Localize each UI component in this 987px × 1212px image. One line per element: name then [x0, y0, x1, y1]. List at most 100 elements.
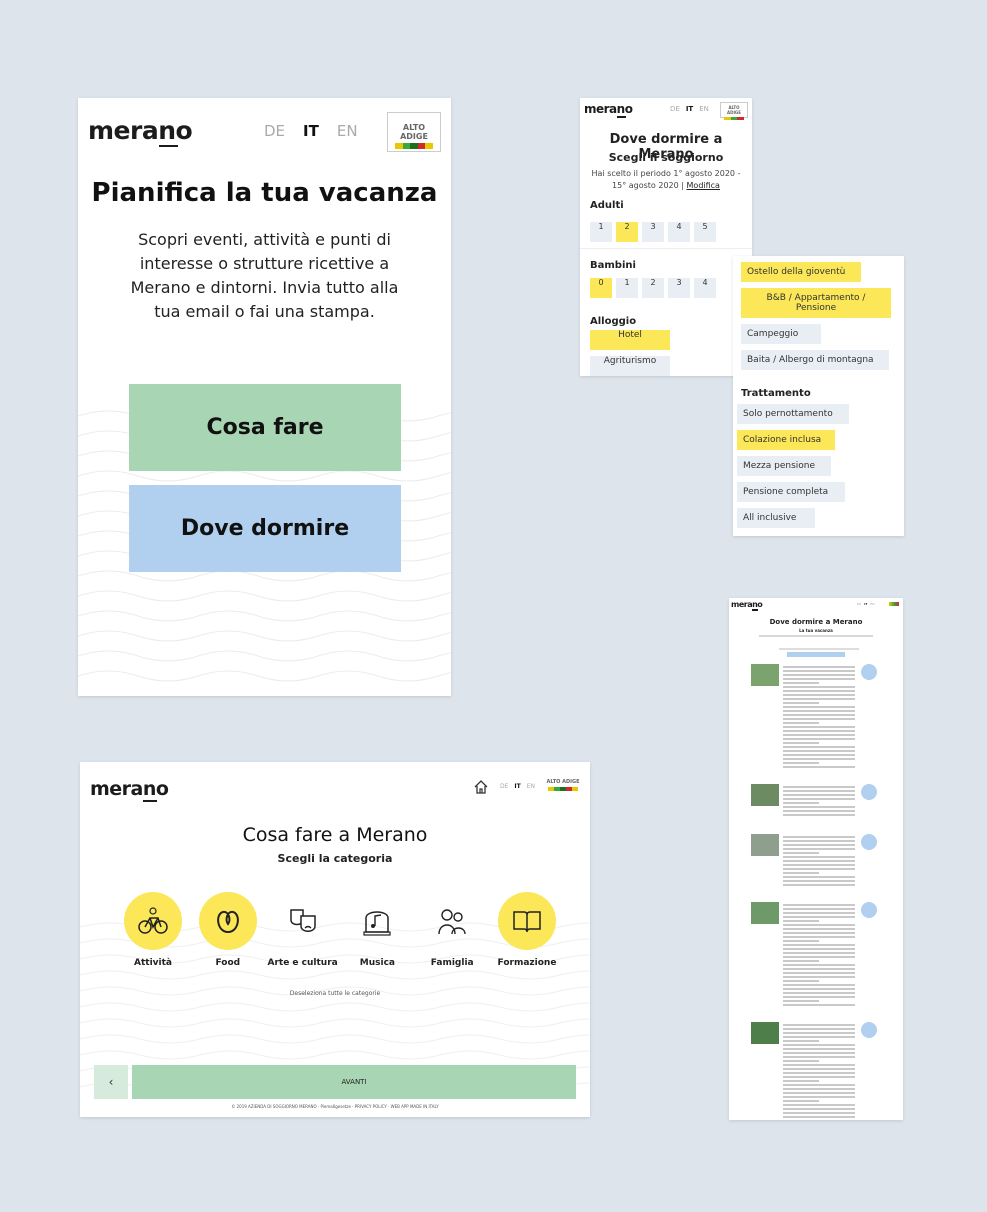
avanti-button[interactable]: AVANTI [132, 1065, 576, 1099]
language-switcher: DE IT EN [500, 783, 535, 790]
bambini-option-2[interactable]: 2 [642, 278, 664, 298]
alloggio-label: Alloggio [590, 316, 637, 327]
cosa-fare-button[interactable]: Cosa fare [129, 384, 401, 471]
result-entry[interactable] [751, 902, 891, 1012]
category-label: Attività [134, 958, 172, 968]
bambini-option-0[interactable]: 0 [590, 278, 612, 298]
lang-it[interactable]: IT [686, 105, 693, 113]
intro-text: Scopri eventi, attività e punti di inter… [130, 230, 399, 321]
category-formazione[interactable]: Formazione [494, 892, 560, 968]
category-arte-e-cultura[interactable]: Arte e cultura [267, 892, 338, 968]
screen-alloggio-trattamento: Ostello della gioventù B&B / Appartamento… [733, 256, 904, 536]
bambini-option-1[interactable]: 1 [616, 278, 638, 298]
lang-de[interactable]: DE [264, 122, 285, 140]
book-icon [497, 892, 556, 950]
alto-adige-label: ALTO ADIGE [727, 105, 741, 115]
result-entry[interactable] [751, 664, 891, 774]
result-entry[interactable] [751, 1022, 891, 1120]
trattamento-label: Trattamento [741, 388, 811, 399]
period-info [759, 635, 873, 637]
hotel-thumbnail [751, 664, 779, 686]
alto-adige-logo[interactable]: ALTO ADIGE [720, 102, 748, 120]
hotel-thumbnail [751, 784, 779, 806]
trattamento-option[interactable]: Colazione inclusa [737, 430, 835, 450]
add-badge-icon[interactable] [861, 664, 877, 680]
category-famiglia[interactable]: Famiglia [419, 892, 485, 968]
adulti-option-2[interactable]: 2 [616, 222, 638, 242]
category-label: Food [215, 958, 241, 968]
lang-it[interactable]: IT [303, 122, 319, 140]
screen-risultati: merano DE IT EN Dove dormire a Merano La… [729, 598, 903, 1120]
alto-adige-label: ALTO ADIGE [400, 123, 428, 141]
adulti-option-1[interactable]: 1 [590, 222, 612, 242]
back-button[interactable]: ‹ [94, 1065, 128, 1099]
results-section [779, 648, 859, 650]
category-attivit[interactable]: Attività [120, 892, 186, 968]
alto-adige-stripes-icon [724, 117, 745, 120]
category-musica[interactable]: Musica [344, 892, 410, 968]
page-subtitle: Scegli la categoria [277, 852, 393, 865]
lang-en[interactable]: EN [527, 783, 535, 790]
page-subtitle: Scegli il soggiorno [608, 151, 724, 164]
hotel-description [783, 664, 855, 770]
trattamento-option[interactable]: Mezza pensione [737, 456, 831, 476]
bambini-option-3[interactable]: 3 [668, 278, 690, 298]
modify-link[interactable]: Modifica [687, 181, 720, 190]
category-food[interactable]: Food [195, 892, 261, 968]
alloggio-option[interactable]: Baita / Albergo di montagna [741, 350, 889, 370]
add-badge-icon[interactable] [861, 784, 877, 800]
lang-en[interactable]: EN [870, 602, 874, 606]
category-label: Formazione [497, 958, 557, 968]
pretzel-icon [198, 892, 257, 950]
lang-it[interactable]: IT [514, 783, 520, 790]
results-list [751, 664, 891, 1120]
lang-en[interactable]: EN [699, 105, 709, 113]
results-filter-button[interactable] [787, 652, 845, 657]
lang-it[interactable]: IT [864, 602, 867, 606]
alloggio-option[interactable]: Ostello della gioventù [741, 262, 861, 282]
trattamento-options: Solo pernottamento Colazione inclusa Mezza… [737, 404, 887, 534]
alto-adige-logo[interactable]: ALTO ADIGE [387, 112, 441, 152]
alto-adige-label: ALTO ADIGE [546, 779, 580, 785]
result-entry[interactable] [751, 784, 891, 824]
home-icon[interactable] [473, 779, 489, 799]
alloggio-hotel-chip[interactable]: Hotel [590, 330, 670, 350]
merano-logo[interactable]: merano [90, 778, 169, 802]
divider [580, 248, 752, 249]
alloggio-option[interactable]: Campeggio [741, 324, 821, 344]
dove-dormire-button[interactable]: Dove dormire [129, 485, 401, 572]
trattamento-option[interactable]: Pensione completa [737, 482, 845, 502]
bicycle-icon [124, 892, 182, 950]
adulti-option-4[interactable]: 4 [668, 222, 690, 242]
trattamento-option[interactable]: Solo pernottamento [737, 404, 849, 424]
lang-de[interactable]: DE [500, 783, 508, 790]
alto-adige-logo[interactable]: ALTO ADIGE [544, 776, 582, 796]
alto-adige-logo[interactable] [889, 602, 899, 606]
trattamento-option[interactable]: All inclusive [737, 508, 815, 528]
add-badge-icon[interactable] [861, 1022, 877, 1038]
merano-logo[interactable]: merano [88, 116, 193, 147]
category-list: Attività Food Arte e cultura Musica Famiglia… [120, 892, 560, 968]
alloggio-agriturismo-chip[interactable]: Agriturismo [590, 356, 670, 376]
result-entry[interactable] [751, 834, 891, 892]
footer: © 2019 AZIENDA DI SOGGIORNO MERANO · Pie… [231, 1104, 439, 1109]
page-title: Cosa fare a Merano [242, 824, 428, 846]
screen-pianifica: merano DE IT EN ALTO ADIGE Pianifica la … [78, 98, 451, 696]
lang-en[interactable]: EN [337, 122, 358, 140]
family-icon [423, 892, 481, 950]
language-switcher: DE IT EN [670, 105, 709, 113]
alloggio-option[interactable]: B&B / Appartamento / Pensione [741, 288, 891, 318]
add-badge-icon[interactable] [861, 834, 877, 850]
add-badge-icon[interactable] [861, 902, 877, 918]
merano-logo[interactable]: merano [584, 102, 633, 118]
lang-de[interactable]: DE [857, 602, 861, 606]
deselect-all-link[interactable]: Deseleziona tutte le categorie [80, 990, 590, 997]
hotel-description [783, 902, 855, 1008]
page-title: Pianifica la tua vacanza [91, 178, 438, 208]
adulti-option-5[interactable]: 5 [694, 222, 716, 242]
merano-logo[interactable]: merano [731, 600, 763, 611]
bambini-option-4[interactable]: 4 [694, 278, 716, 298]
lang-de[interactable]: DE [670, 105, 680, 113]
adulti-option-3[interactable]: 3 [642, 222, 664, 242]
language-switcher: DE IT EN [857, 602, 875, 606]
